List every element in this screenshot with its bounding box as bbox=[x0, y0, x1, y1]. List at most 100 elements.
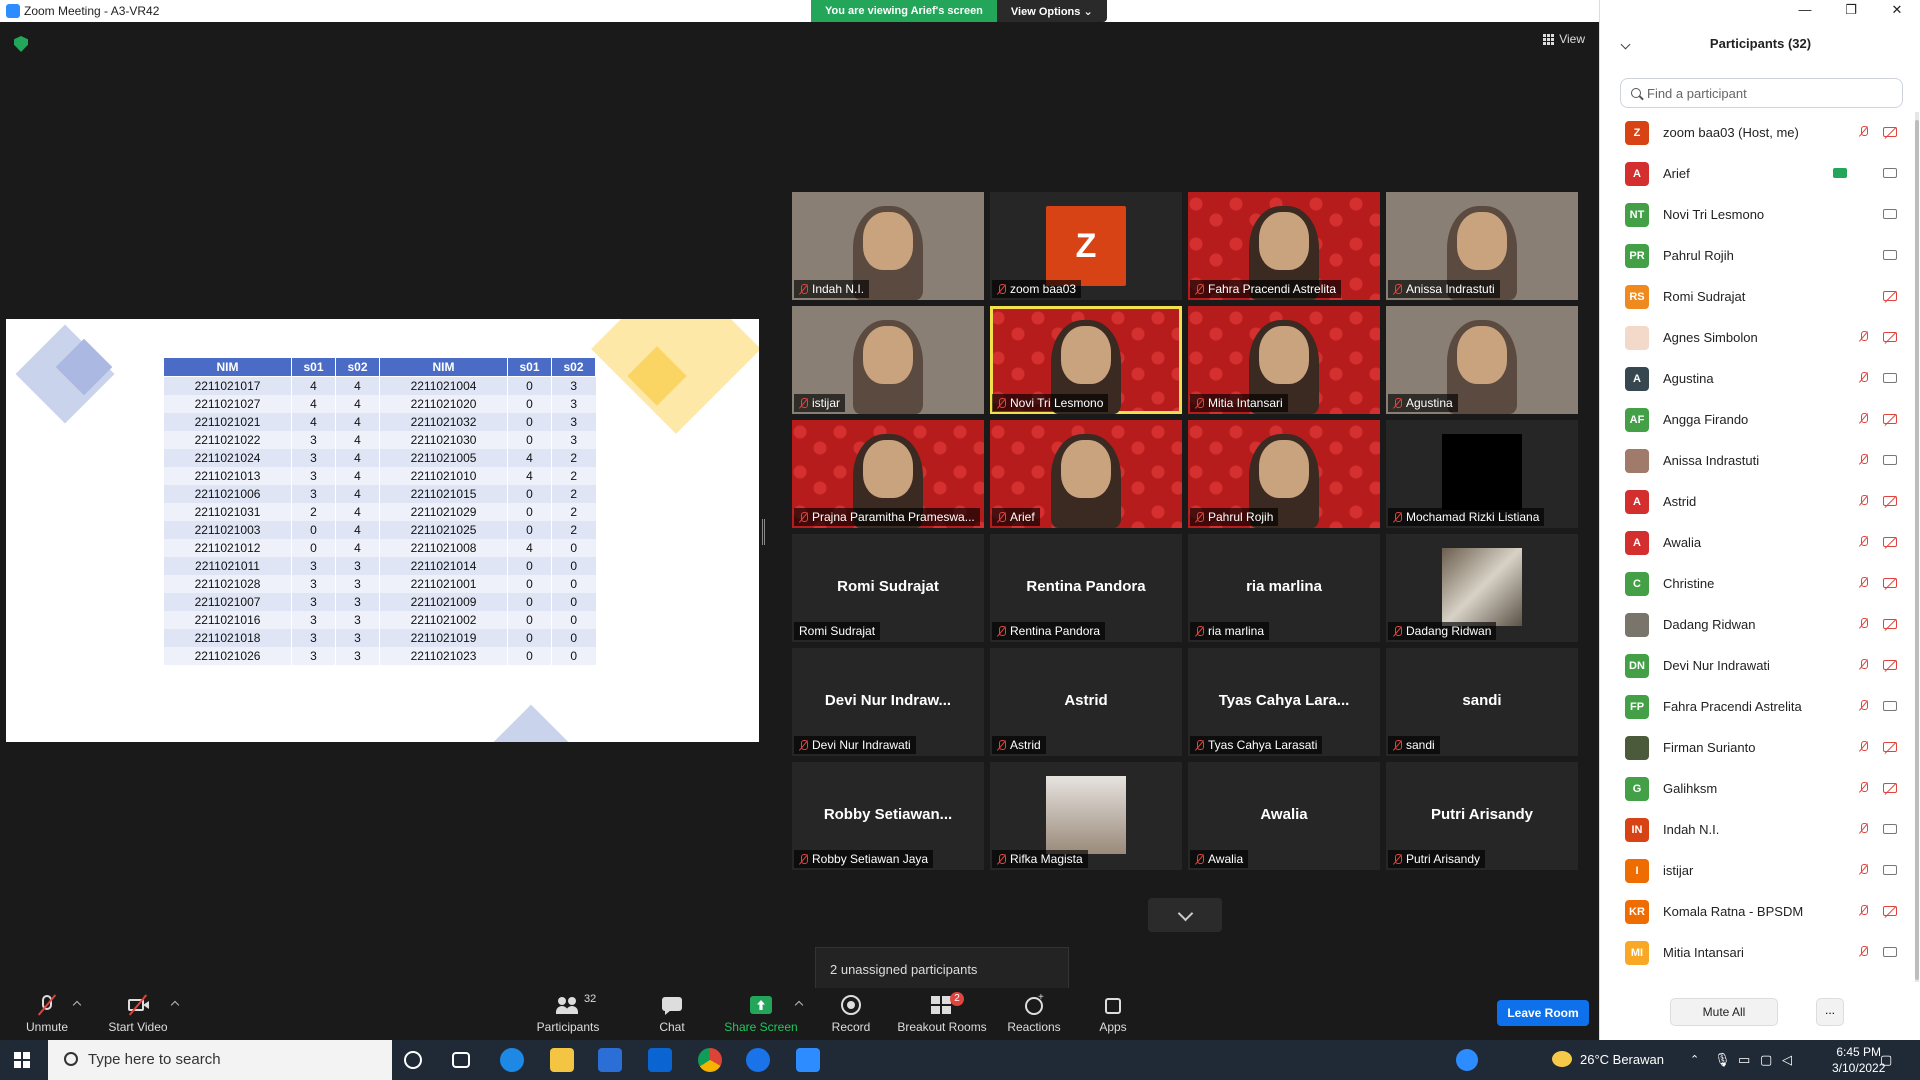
gallery-next-page-button[interactable] bbox=[1148, 898, 1222, 932]
split-view-handle[interactable] bbox=[762, 519, 765, 545]
view-options-button[interactable]: View Options ⌄ bbox=[996, 0, 1107, 22]
video-camera-icon[interactable] bbox=[1883, 168, 1897, 178]
edge-browser-icon[interactable] bbox=[500, 1048, 524, 1072]
participant-list-item[interactable]: A Awalia bbox=[1600, 522, 1920, 563]
video-camera-icon[interactable] bbox=[1883, 250, 1897, 260]
participant-video-tile[interactable]: sandi sandi bbox=[1386, 648, 1578, 756]
participants-button[interactable]: 32 Participants bbox=[532, 988, 604, 1040]
participant-list-scroll-thumb[interactable] bbox=[1915, 120, 1919, 980]
cortana-icon[interactable] bbox=[404, 1051, 422, 1069]
participant-video-tile[interactable]: Dadang Ridwan bbox=[1386, 534, 1578, 642]
participant-list-item[interactable]: C Christine bbox=[1600, 563, 1920, 604]
video-off-icon[interactable] bbox=[1883, 414, 1897, 424]
security-shield-icon[interactable] bbox=[14, 36, 28, 52]
video-off-icon[interactable] bbox=[1883, 619, 1897, 629]
participant-video-tile[interactable]: Zzoom baa03 bbox=[990, 192, 1182, 300]
microphone-muted-icon[interactable] bbox=[1859, 700, 1868, 711]
video-options-chevron-icon[interactable] bbox=[170, 1000, 180, 1010]
tray-display-icon[interactable]: ▢ bbox=[1760, 1040, 1772, 1080]
participant-list-item[interactable]: A Arief bbox=[1600, 153, 1920, 194]
participant-list-item[interactable]: RS Romi Sudrajat bbox=[1600, 276, 1920, 317]
participant-video-tile[interactable]: Mochamad Rizki Listiana bbox=[1386, 420, 1578, 528]
microphone-muted-icon[interactable] bbox=[1859, 454, 1868, 465]
participant-list-item[interactable]: IN Indah N.I. bbox=[1600, 809, 1920, 850]
video-off-icon[interactable] bbox=[1883, 291, 1897, 301]
chat-button[interactable]: Chat bbox=[652, 988, 692, 1040]
participant-video-tile[interactable]: Awalia Awalia bbox=[1188, 762, 1380, 870]
microphone-muted-icon[interactable] bbox=[1859, 823, 1868, 834]
video-off-icon[interactable] bbox=[1883, 496, 1897, 506]
participant-list-item[interactable]: NT Novi Tri Lesmono bbox=[1600, 194, 1920, 235]
microphone-muted-icon[interactable] bbox=[1859, 331, 1868, 342]
video-camera-icon[interactable] bbox=[1883, 947, 1897, 957]
participant-video-tile[interactable]: Pahrul Rojih bbox=[1188, 420, 1380, 528]
task-view-icon[interactable] bbox=[452, 1052, 470, 1068]
participant-video-tile[interactable]: ria marlina ria marlina bbox=[1188, 534, 1380, 642]
video-off-icon[interactable] bbox=[1883, 906, 1897, 916]
video-camera-icon[interactable] bbox=[1883, 373, 1897, 383]
participant-list-item[interactable]: MI Mitia Intansari bbox=[1600, 932, 1920, 973]
close-button[interactable]: ✕ bbox=[1874, 0, 1920, 22]
taskbar-clock[interactable]: 6:45 PM 3/10/2022 bbox=[1832, 1044, 1885, 1076]
microphone-muted-icon[interactable] bbox=[1859, 577, 1868, 588]
participant-list-item[interactable]: PR Pahrul Rojih bbox=[1600, 235, 1920, 276]
microphone-muted-icon[interactable] bbox=[1859, 536, 1868, 547]
microphone-muted-icon[interactable] bbox=[1859, 782, 1868, 793]
apps-button[interactable]: Apps bbox=[1098, 988, 1128, 1040]
start-video-button[interactable]: Start Video bbox=[104, 988, 172, 1040]
microphone-muted-icon[interactable] bbox=[1859, 372, 1868, 383]
participant-video-tile[interactable]: Astrid Astrid bbox=[990, 648, 1182, 756]
windows-start-icon[interactable] bbox=[14, 1052, 30, 1068]
participant-list-item[interactable]: A Agustina bbox=[1600, 358, 1920, 399]
zoom-taskbar-icon[interactable] bbox=[796, 1048, 820, 1072]
participant-video-tile[interactable]: Anissa Indrastuti bbox=[1386, 192, 1578, 300]
participant-list-item[interactable]: G Galihksm bbox=[1600, 768, 1920, 809]
breakout-rooms-button[interactable]: 2 Breakout Rooms bbox=[896, 988, 988, 1040]
help-icon[interactable] bbox=[1456, 1049, 1478, 1071]
notifications-icon[interactable]: ▢ bbox=[1880, 1040, 1892, 1080]
mail-icon[interactable] bbox=[648, 1048, 672, 1072]
microphone-muted-icon[interactable] bbox=[1859, 905, 1868, 916]
participant-list-item[interactable]: A Astrid bbox=[1600, 481, 1920, 522]
video-camera-icon[interactable] bbox=[1883, 209, 1897, 219]
video-camera-icon[interactable] bbox=[1883, 865, 1897, 875]
video-off-icon[interactable] bbox=[1883, 578, 1897, 588]
participant-list-item[interactable]: Dadang Ridwan bbox=[1600, 604, 1920, 645]
show-hidden-icons-chevron-icon[interactable]: ⌃ bbox=[1690, 1040, 1699, 1080]
leave-room-button[interactable]: Leave Room bbox=[1497, 1000, 1589, 1026]
chrome-icon[interactable] bbox=[698, 1048, 722, 1072]
participant-list-item[interactable]: Firman Surianto bbox=[1600, 727, 1920, 768]
microphone-muted-icon[interactable] bbox=[1859, 126, 1868, 137]
participant-video-tile[interactable]: Fahra Pracendi Astrelita bbox=[1188, 192, 1380, 300]
unassigned-participants-notice[interactable]: 2 unassigned participants bbox=[815, 947, 1069, 988]
participant-video-tile[interactable]: Novi Tri Lesmono bbox=[990, 306, 1182, 414]
video-off-icon[interactable] bbox=[1883, 332, 1897, 342]
video-off-icon[interactable] bbox=[1883, 660, 1897, 670]
weather-icon[interactable] bbox=[1552, 1051, 1572, 1067]
tray-volume-icon[interactable]: ◁ bbox=[1782, 1040, 1792, 1080]
video-off-icon[interactable] bbox=[1883, 127, 1897, 137]
participant-list-item[interactable]: DN Devi Nur Indrawati bbox=[1600, 645, 1920, 686]
file-explorer-icon[interactable] bbox=[550, 1048, 574, 1072]
reactions-button[interactable]: + Reactions bbox=[1006, 988, 1062, 1040]
participant-video-tile[interactable]: Mitia Intansari bbox=[1188, 306, 1380, 414]
video-camera-icon[interactable] bbox=[1883, 455, 1897, 465]
microphone-muted-icon[interactable] bbox=[1859, 618, 1868, 629]
participant-video-tile[interactable]: Agustina bbox=[1386, 306, 1578, 414]
microphone-muted-icon[interactable] bbox=[1859, 741, 1868, 752]
participant-video-tile[interactable]: Robby Setiawan... Robby Setiawan Jaya bbox=[792, 762, 984, 870]
weather-text[interactable]: 26°C Berawan bbox=[1580, 1040, 1664, 1080]
participant-list-item[interactable]: KR Komala Ratna - BPSDM bbox=[1600, 891, 1920, 932]
participant-list-item[interactable]: Zzoom baa03 (Host, me) bbox=[1600, 112, 1920, 153]
participant-video-tile[interactable]: istijar bbox=[792, 306, 984, 414]
microsoft-store-icon[interactable] bbox=[598, 1048, 622, 1072]
audio-options-chevron-icon[interactable] bbox=[72, 1000, 82, 1010]
participant-video-tile[interactable]: Rentina Pandora Rentina Pandora bbox=[990, 534, 1182, 642]
participant-video-tile[interactable]: Romi Sudrajat Romi Sudrajat bbox=[792, 534, 984, 642]
taskbar-search-box[interactable]: Type here to search bbox=[48, 1040, 392, 1080]
video-off-icon[interactable] bbox=[1883, 537, 1897, 547]
participant-list-item[interactable]: AF Angga Firando bbox=[1600, 399, 1920, 440]
participant-list-item[interactable]: Agnes Simbolon bbox=[1600, 317, 1920, 358]
minimize-button[interactable]: — bbox=[1782, 0, 1828, 22]
microphone-muted-icon[interactable] bbox=[1859, 659, 1868, 670]
